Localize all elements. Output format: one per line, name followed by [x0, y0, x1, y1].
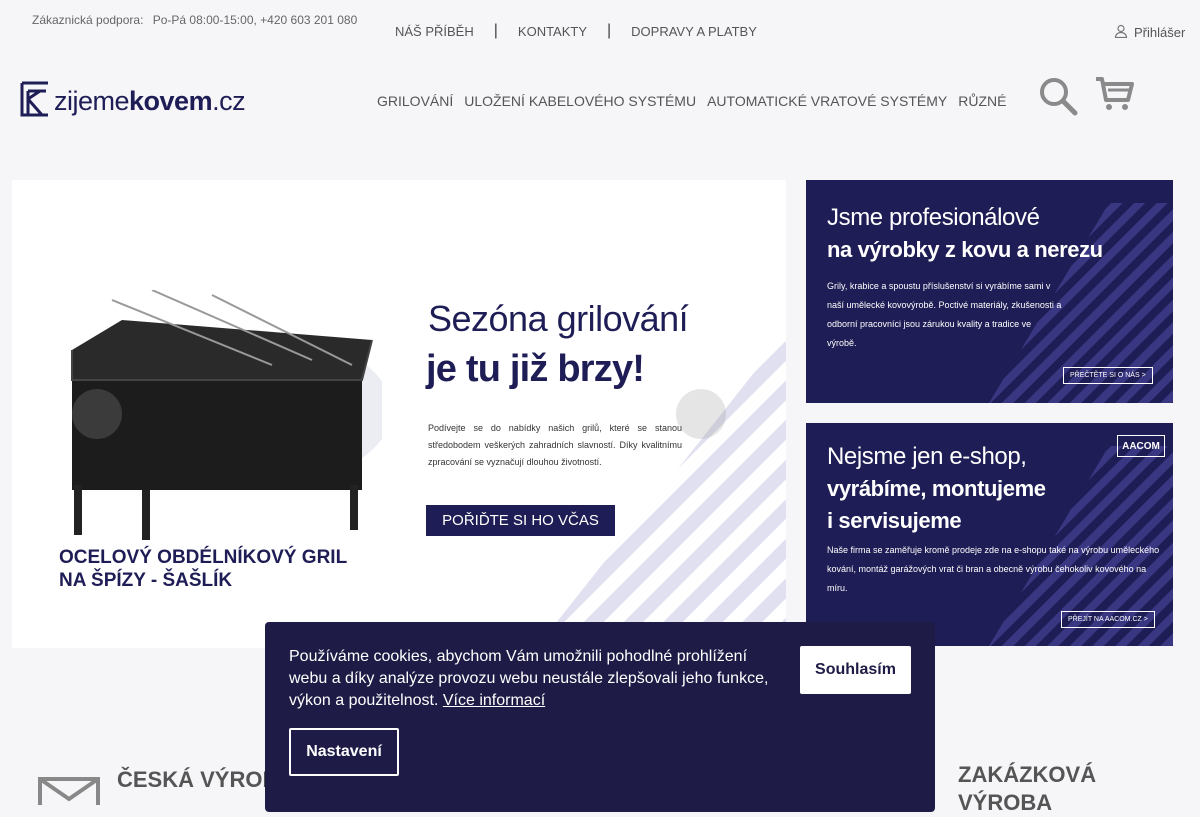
feature-custom-production: ZAKÁZKOVÁ VÝROBA	[958, 762, 1097, 815]
hero-subtitle: je tu již brzy!	[426, 348, 645, 390]
nav-grilovani[interactable]: GRILOVÁNÍ	[377, 93, 453, 109]
logo-text: zijemekovem.cz	[54, 85, 246, 116]
slider-next-button[interactable]	[676, 389, 726, 439]
link-dopravy-a-platby[interactable]: DOPRAVY A PLATBY	[631, 24, 757, 39]
support-label: Zákaznická podpora:	[32, 13, 144, 27]
top-links: NÁŠ PŘÍBĚH | KONTAKTY | DOPRAVY A PLATBY	[395, 22, 757, 40]
banner2-body: Naše firma se zaměřuje kromě prodeje zde…	[827, 545, 1160, 593]
banner2-line1: Nejsme jen e-shop,	[827, 443, 1027, 470]
login-link[interactable]: Přihlášer	[1114, 24, 1185, 41]
banner-professionals[interactable]: Jsme profesionálové na výrobky z kovu a …	[806, 180, 1173, 403]
banner2-line3: i servisujeme	[827, 508, 962, 533]
banner-aacom[interactable]: AACOM Nejsme jen e-shop, vyrábíme, montu…	[806, 423, 1173, 646]
slider-prev-button[interactable]	[72, 389, 122, 439]
nav-automaticke-vratove-systemy[interactable]: AUTOMATICKÉ VRATOVÉ SYSTÉMY	[707, 93, 947, 109]
customer-support: Zákaznická podpora: Po-Pá 08:00-15:00, +…	[32, 11, 362, 29]
banner1-line1: Jsme profesionálové	[827, 204, 1040, 231]
banner1-line2: na výrobky z kovu a nerezu	[827, 237, 1103, 262]
about-us-button[interactable]: PŘEČTĚTE SI O NÁS >	[1063, 367, 1153, 384]
aacom-logo: AACOM	[1117, 435, 1165, 457]
cookie-message: Používáme cookies, abychom Vám umožnili …	[289, 648, 769, 709]
cookie-agree-button[interactable]: Souhlasím	[800, 646, 911, 694]
top-bar: Zákaznická podpora: Po-Pá 08:00-15:00, +…	[0, 0, 1200, 60]
link-kontakty[interactable]: KONTAKTY	[518, 24, 587, 39]
link-nas-pribeh[interactable]: NÁŠ PŘÍBĚH	[395, 24, 474, 39]
envelope-icon	[38, 777, 100, 812]
aacom-link-button[interactable]: PŘEJÍT NA AACOM.CZ >	[1061, 611, 1155, 628]
banner2-line2: vyrábíme, montujeme	[827, 476, 1046, 501]
cookie-settings-button[interactable]: Nastavení	[289, 728, 399, 776]
support-hours: Po-Pá 08:00-15:00, +420 603 201 080	[152, 13, 358, 27]
nav-ulozeni-kabeloveho-systemu[interactable]: ULOŽENÍ KABELOVÉHO SYSTÉMU	[464, 93, 696, 109]
nav-ruzne[interactable]: RŮZNÉ	[958, 93, 1006, 109]
hero-description: Podívejte se do nabídky našich grilů, kt…	[428, 423, 682, 467]
logo[interactable]: zijemekovem.cz	[20, 81, 246, 122]
search-icon[interactable]	[1038, 76, 1078, 121]
login-label: Přihlášer	[1134, 25, 1186, 40]
hero-slider[interactable]: Sezóna grilování je tu již brzy! Podívej…	[12, 180, 786, 648]
hero-product-name: OCELOVÝ OBDÉLNÍKOVÝ GRIL NA ŠPÍZY - ŠAŠL…	[59, 547, 348, 591]
separator: |	[607, 22, 612, 39]
logo-mark-icon	[20, 81, 50, 122]
main-navigation: GRILOVÁNÍ ULOŽENÍ KABELOVÉHO SYSTÉMU AUT…	[377, 93, 1006, 109]
cookie-consent-dialog: Používáme cookies, abychom Vám umožnili …	[265, 622, 935, 812]
user-icon	[1114, 24, 1128, 41]
cart-icon[interactable]	[1095, 76, 1135, 117]
banner1-body: Grily, krabice a spoustu příslušenství s…	[827, 281, 1062, 348]
hero-title: Sezóna grilování	[428, 298, 689, 339]
separator: |	[493, 22, 498, 39]
hero-cta-button[interactable]: POŘIĎTE SI HO VČAS	[426, 505, 615, 536]
cookie-more-info-link[interactable]: Více informací	[443, 692, 545, 709]
